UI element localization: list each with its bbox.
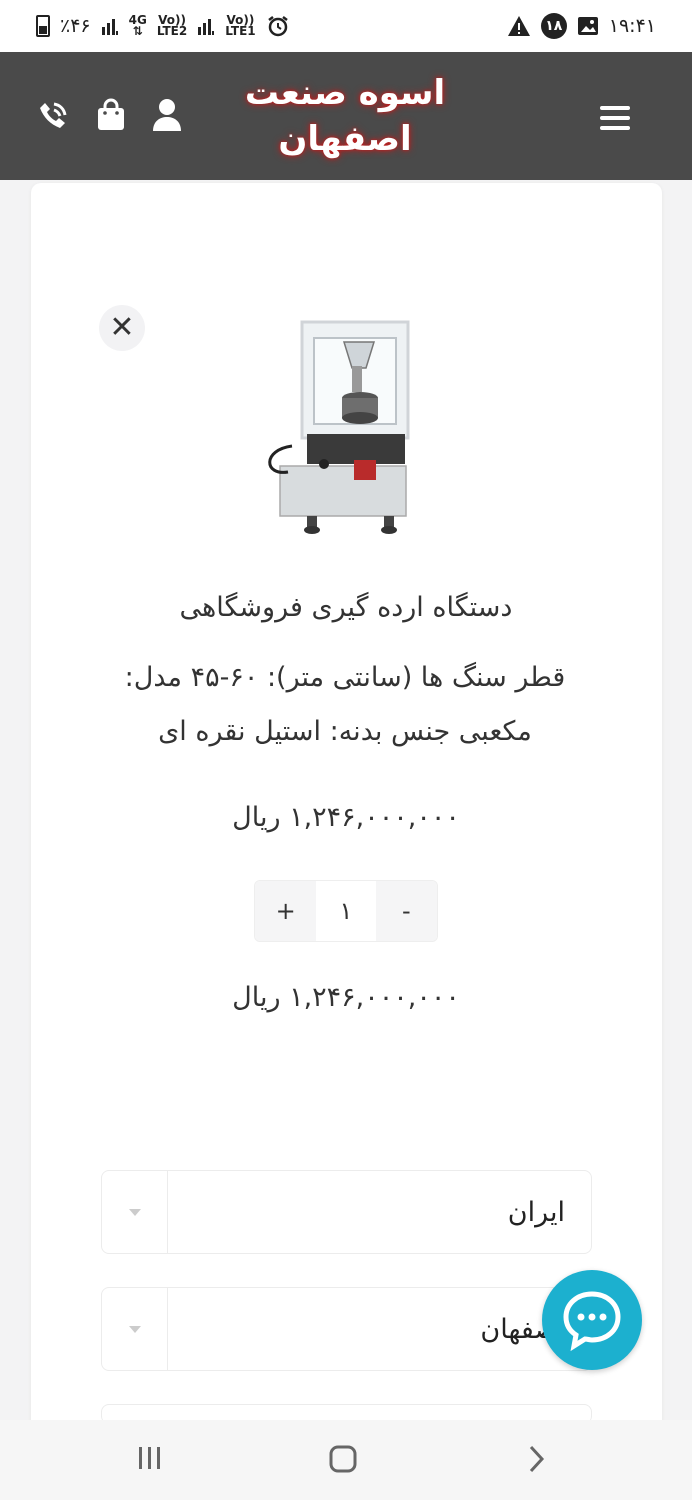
- status-right: ۱۸ ۱۹:۴۱: [507, 13, 656, 39]
- network-lte1: Vo)) LTE1: [225, 13, 256, 38]
- close-icon[interactable]: ✕: [99, 305, 145, 351]
- total-price: ۱,۲۴۶,۰۰۰,۰۰۰ ریال: [232, 982, 460, 1013]
- bag-icon[interactable]: [96, 98, 126, 132]
- phone-icon[interactable]: [36, 100, 70, 132]
- chat-icon: [563, 1291, 621, 1352]
- quantity-minus-button[interactable]: -: [375, 881, 437, 941]
- app-header: اسوه صنعت اصفهان: [0, 52, 692, 180]
- signal-icon: [101, 19, 118, 35]
- product-image: [268, 320, 410, 534]
- product-spec-line-2: مکعبی جنس بدنه: استیل نقره ای: [158, 716, 532, 747]
- product-spec-line-1: قطر سنگ ها (سانتی متر): ۶۰-۴۵ مدل:: [124, 662, 566, 693]
- status-left: ٪۴۶ 4G ⇅ Vo)) LTE2 Vo)) LTE1: [36, 14, 290, 38]
- user-icon[interactable]: [152, 98, 182, 132]
- status-bar: ٪۴۶ 4G ⇅ Vo)) LTE2 Vo)) LTE1 ۱۸ ۱۹:۴۱: [0, 0, 692, 52]
- chevron-down-icon[interactable]: [102, 1288, 168, 1370]
- system-nav-bar: [0, 1420, 692, 1500]
- notification-badge: ۱۸: [540, 13, 567, 39]
- alarm-icon: [267, 16, 288, 37]
- province-select[interactable]: اصفهان: [101, 1287, 592, 1371]
- quantity-value[interactable]: ۱: [316, 881, 376, 941]
- unit-price: ۱,۲۴۶,۰۰۰,۰۰۰ ریال: [232, 802, 460, 833]
- chat-button[interactable]: [542, 1270, 642, 1370]
- recent-apps-icon[interactable]: [136, 1444, 164, 1472]
- country-select[interactable]: ایران: [101, 1170, 592, 1254]
- brand-logo[interactable]: اسوه صنعت اصفهان: [200, 70, 490, 162]
- clock: ۱۹:۴۱: [608, 15, 656, 37]
- image-icon: [577, 17, 598, 35]
- back-icon[interactable]: [524, 1444, 548, 1474]
- network-lte2: Vo)) LTE2: [156, 13, 188, 38]
- signal-icon-2: [198, 19, 215, 35]
- quantity-plus-button[interactable]: +: [255, 881, 317, 941]
- chevron-down-icon[interactable]: [102, 1171, 168, 1253]
- warning-icon: [507, 16, 530, 36]
- menu-icon[interactable]: [600, 106, 630, 136]
- battery-icon: [36, 15, 50, 37]
- country-value: ایران: [507, 1197, 565, 1228]
- product-title: دستگاه ارده گیری فروشگاهی: [179, 592, 513, 623]
- home-icon[interactable]: [328, 1444, 358, 1474]
- battery-level: ٪۴۶: [60, 15, 91, 37]
- network-4g: 4G ⇅: [128, 13, 147, 38]
- quantity-stepper: + ۱ -: [254, 880, 438, 942]
